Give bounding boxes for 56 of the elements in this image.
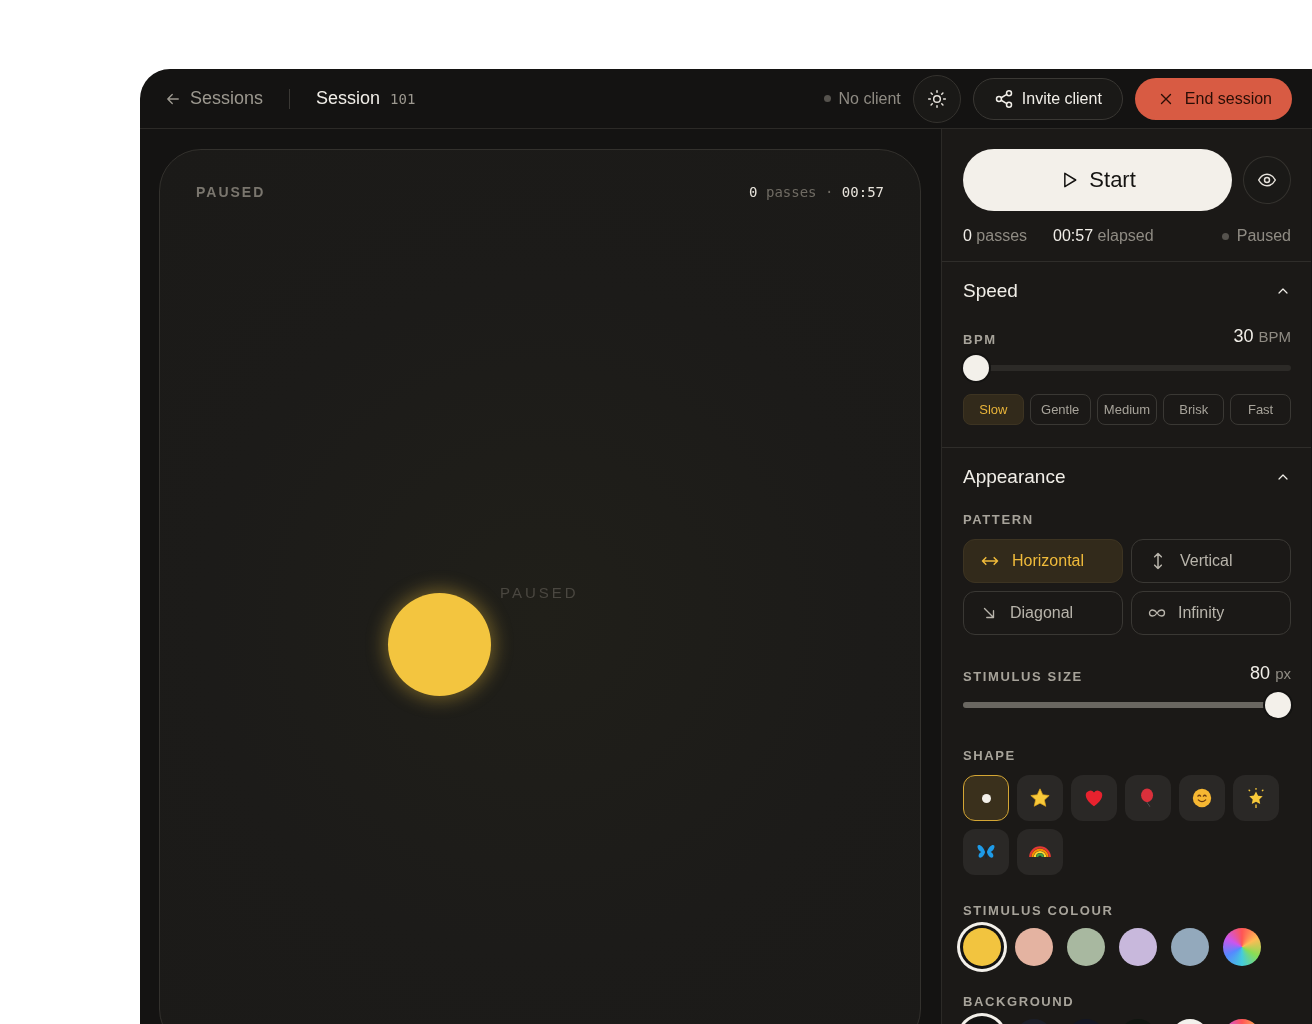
status-dot (823, 95, 831, 102)
status-label: PAUSED (196, 184, 266, 200)
size-slider[interactable] (961, 690, 1293, 720)
pattern-option[interactable]: Infinity (1131, 591, 1291, 635)
speed-preset[interactable]: Brisk (1163, 394, 1225, 425)
shape-option[interactable] (1179, 775, 1225, 821)
size-label: STIMULUS SIZE (963, 669, 1083, 684)
shape-option[interactable] (1017, 775, 1063, 821)
speed-preset[interactable]: Gentle (1029, 394, 1091, 425)
elapsed-time: 00:57 elapsed (1053, 227, 1154, 245)
bpm-slider[interactable] (961, 353, 1293, 383)
colour-swatch[interactable] (1119, 928, 1157, 966)
session-title: Session (316, 88, 381, 109)
background-label: BACKGROUND (963, 994, 1075, 1009)
speed-preset[interactable]: Medium (1096, 394, 1158, 425)
colour-swatch[interactable] (1067, 928, 1105, 966)
passes-count: 0 passes (963, 227, 1028, 245)
pattern-option[interactable]: Diagonal (963, 591, 1123, 635)
speed-preset[interactable]: Slow (963, 394, 1024, 425)
spectrum-swatch[interactable] (1223, 928, 1261, 966)
size-value: 80 px (1250, 663, 1291, 684)
shape-option[interactable] (1017, 829, 1063, 875)
bpm-value: 30 BPM (1233, 326, 1291, 347)
shape-option[interactable] (963, 775, 1009, 821)
slider-thumb[interactable] (1265, 692, 1291, 718)
pattern-option[interactable]: Horizontal (963, 539, 1123, 583)
end-session-button[interactable]: End session (1134, 77, 1292, 120)
invite-client-button[interactable]: Invite client (972, 77, 1123, 120)
star-icon (1029, 787, 1051, 809)
client-status: No client (838, 89, 901, 108)
sun-icon (926, 88, 947, 109)
session-stats: 0 passes · 00:57 (749, 184, 884, 200)
share-icon (993, 88, 1014, 109)
colour-swatch[interactable] (1171, 928, 1209, 966)
shape-option[interactable] (1233, 775, 1279, 821)
pattern-label: PATTERN (963, 512, 1034, 527)
dot-icon (981, 793, 991, 803)
speed-preset[interactable]: Fast (1230, 394, 1291, 425)
shape-label: SHAPE (963, 748, 1016, 763)
status-dot (1221, 232, 1229, 240)
preview-button[interactable] (1243, 156, 1291, 204)
colour-label: STIMULUS COLOUR (963, 903, 1114, 918)
appearance-section-header[interactable]: Appearance (963, 466, 1291, 488)
back-link[interactable]: Sessions (164, 88, 264, 109)
pattern-option[interactable]: Vertical (1131, 539, 1291, 583)
playback-state: Paused (1236, 227, 1291, 245)
eye-icon (1257, 170, 1278, 190)
bpm-label: BPM (963, 332, 997, 347)
speed-section-header[interactable]: Speed (963, 280, 1291, 302)
session-number: 101 (390, 91, 416, 107)
rainbow-icon (1029, 846, 1051, 858)
shape-option[interactable] (963, 829, 1009, 875)
colour-swatch[interactable] (1015, 928, 1053, 966)
start-button[interactable]: Start (963, 149, 1233, 211)
slider-thumb[interactable] (963, 355, 989, 381)
smiley-icon (1191, 787, 1213, 809)
